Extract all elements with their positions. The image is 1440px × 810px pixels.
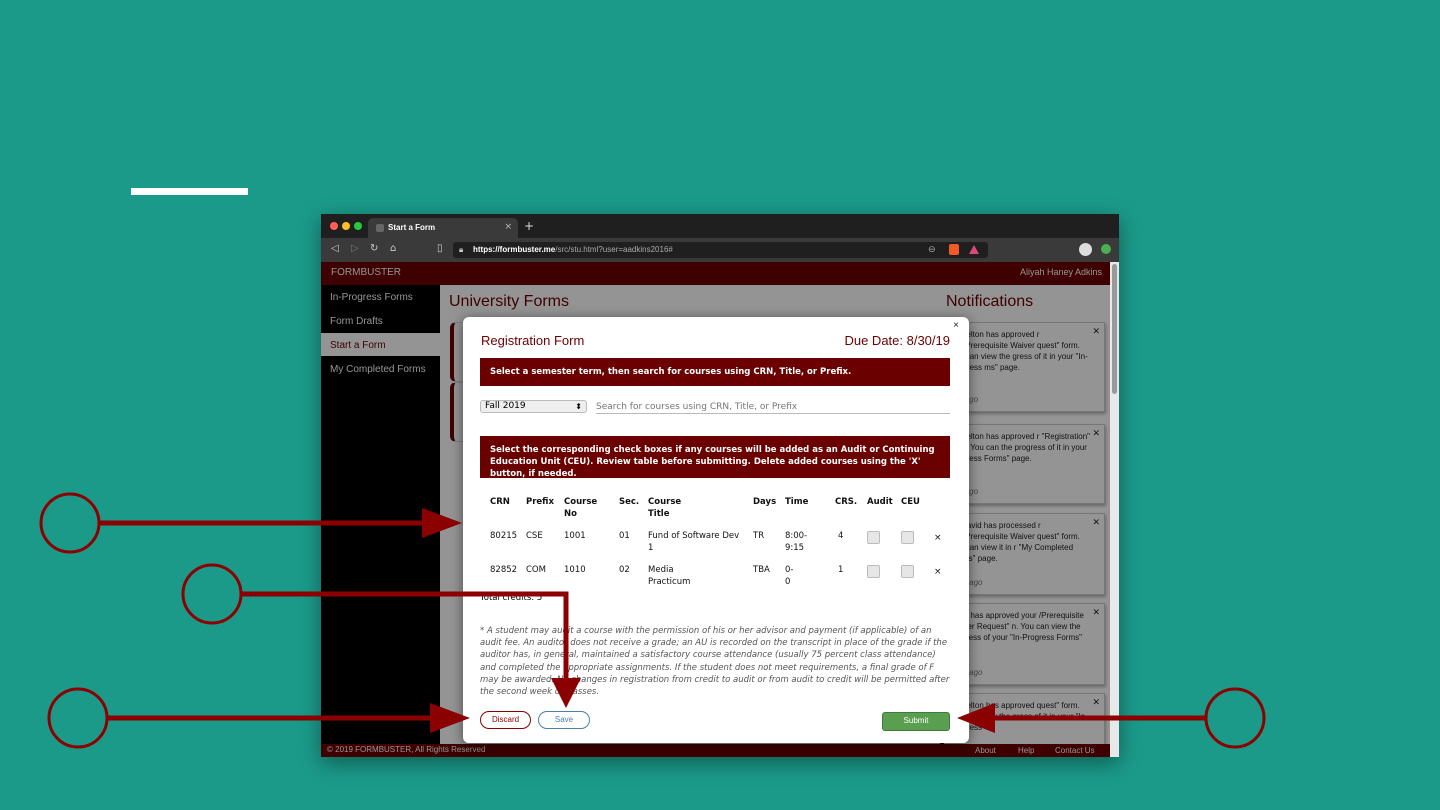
zoom-icon[interactable]: ⊖ xyxy=(928,244,936,255)
audit-checkbox[interactable] xyxy=(867,531,880,544)
modal-close-icon[interactable]: × xyxy=(953,320,959,331)
browser-tab[interactable]: Start a Form × xyxy=(368,218,518,238)
audit-checkbox[interactable] xyxy=(867,565,880,578)
due-date: Due Date: 8/30/19 xyxy=(844,333,950,348)
table-cell: TR xyxy=(753,531,765,541)
scrollbar-thumb[interactable] xyxy=(1112,264,1117,394)
tab-title: Start a Form xyxy=(388,223,436,232)
reload-icon[interactable]: ↻ xyxy=(370,243,378,254)
column-header: Days xyxy=(753,497,777,507)
favicon-icon xyxy=(376,224,384,232)
table-cell: Media Practicum xyxy=(648,565,691,587)
table-cell: 82852 xyxy=(490,565,518,575)
table-cell: Fund of Software Dev 1 xyxy=(648,531,740,553)
audit-instruction-banner: Select the corresponding check boxes if … xyxy=(480,436,950,479)
table-cell: 80215 xyxy=(490,531,518,541)
modal-title: Registration Form xyxy=(481,333,585,348)
submit-button[interactable]: Submit xyxy=(882,712,950,731)
save-button[interactable]: Save xyxy=(538,711,590,729)
audit-policy-note: * A student may audit a course with the … xyxy=(480,626,950,698)
ceu-checkbox[interactable] xyxy=(901,565,914,578)
home-icon[interactable]: ⌂ xyxy=(390,243,396,254)
column-header: Sec. xyxy=(619,497,640,507)
column-header: CRS. xyxy=(835,497,858,507)
ceu-checkbox[interactable] xyxy=(901,531,914,544)
registration-form-modal: × Registration Form Due Date: 8/30/19 Se… xyxy=(463,317,969,743)
column-header: Course Title xyxy=(648,497,682,519)
table-cell: 1 xyxy=(838,565,844,575)
column-header: Course No xyxy=(564,497,598,519)
tab-close-icon[interactable]: × xyxy=(504,222,512,232)
select-arrows-icon: ⬍ xyxy=(575,402,582,411)
page-scrollbar[interactable] xyxy=(1110,262,1119,757)
semester-select-value: Fall 2019 xyxy=(485,401,526,411)
table-cell: 0-0 xyxy=(785,565,794,587)
address-bar[interactable]: 🔒︎ https://formbuster.me/src/stu.html?us… xyxy=(453,242,988,258)
column-header: CEU xyxy=(901,497,920,507)
profile-avatar-icon[interactable] xyxy=(1079,243,1092,256)
rewards-icon[interactable] xyxy=(969,245,979,254)
callout-circle xyxy=(1204,687,1266,749)
maximize-window-button[interactable] xyxy=(354,222,362,230)
callout-circle xyxy=(47,687,109,749)
table-cell: 8:00-9:15 xyxy=(785,531,808,553)
table-cell: 02 xyxy=(619,565,630,575)
remove-course-icon[interactable]: × xyxy=(934,533,942,543)
table-cell: TBA xyxy=(753,565,770,575)
table-cell: 01 xyxy=(619,531,630,541)
browser-titlebar: Start a Form × + xyxy=(321,214,1119,238)
column-header: CRN xyxy=(490,497,510,507)
new-tab-button[interactable]: + xyxy=(524,219,534,233)
minimize-window-button[interactable] xyxy=(342,222,350,230)
column-header: Time xyxy=(785,497,809,507)
bookmark-icon[interactable]: ▯ xyxy=(437,243,443,254)
back-icon[interactable]: ◁ xyxy=(331,243,339,254)
callout-circle xyxy=(181,563,243,625)
semester-select[interactable]: Fall 2019 ⬍ xyxy=(480,400,587,413)
table-cell: CSE xyxy=(526,531,543,541)
close-window-button[interactable] xyxy=(330,222,338,230)
brave-shield-icon[interactable] xyxy=(949,244,959,255)
table-cell: 4 xyxy=(838,531,844,541)
extension-icon[interactable] xyxy=(1101,244,1111,254)
course-search-input[interactable] xyxy=(596,400,950,414)
lock-icon: 🔒︎ xyxy=(459,245,464,254)
slide-title-bar xyxy=(131,188,248,195)
column-header: Prefix xyxy=(526,497,554,507)
total-credits: Total credits: 5 xyxy=(480,593,543,603)
browser-navbar: ◁ ▷ ↻ ⌂ ▯ 🔒︎ https://formbuster.me/src/s… xyxy=(321,238,1119,262)
table-cell: 1010 xyxy=(564,565,586,575)
discard-button[interactable]: Discard xyxy=(480,711,531,729)
callout-circle xyxy=(39,492,101,554)
forward-icon[interactable]: ▷ xyxy=(351,243,359,254)
remove-course-icon[interactable]: × xyxy=(934,567,942,577)
column-header: Audit xyxy=(867,497,893,507)
table-cell: 1001 xyxy=(564,531,586,541)
table-cell: COM xyxy=(526,565,546,575)
url-text: https://formbuster.me/src/stu.html?user=… xyxy=(473,245,673,254)
instruction-banner: Select a semester term, then search for … xyxy=(480,358,950,386)
